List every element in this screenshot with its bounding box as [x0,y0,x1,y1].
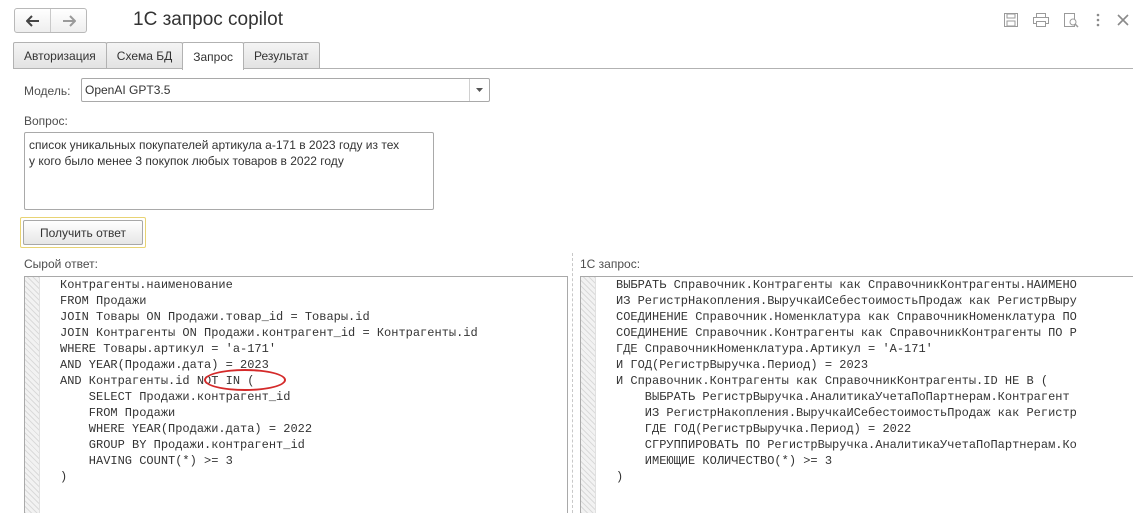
raw-answer-lines: Контрагенты.наименование FROM Продажи JO… [60,277,478,485]
query-1c-gutter [581,277,596,513]
code-line: JOIN Товары ON Продажи.товар_id = Товары… [60,310,370,324]
arrow-right-icon [62,14,76,27]
code-line: WHERE Товары.артикул = 'а-171' [60,342,277,356]
print-icon[interactable] [1031,10,1051,30]
code-line: SELECT Продажи.контрагент_id [60,390,291,404]
code-line: СОЕДИНЕНИЕ Справочник.Номенклатура как С… [616,310,1077,324]
code-line: GROUP BY Продажи.контрагент_id [60,438,305,452]
code-line: FROM Продажи [60,294,147,308]
code-line: СОЕДИНЕНИЕ Справочник.Контрагенты как Сп… [616,326,1077,340]
code-line: ВЫБРАТЬ РегистрВыручка.АналитикаУчетаПоП… [616,390,1070,404]
code-line: ИМЕЮЩИЕ КОЛИЧЕСТВО(*) >= 3 [616,454,833,468]
code-line: ВЫБРАТЬ Справочник.Контрагенты как Справ… [616,278,1077,292]
raw-answer-field[interactable]: Контрагенты.наименование FROM Продажи JO… [24,276,568,513]
model-select[interactable]: OpenAI GPT3.5 [81,78,490,102]
tab-query[interactable]: Запрос [182,42,245,70]
code-line: И Справочник.Контрагенты как СправочникК… [616,374,1049,388]
code-line: ИЗ РегистрНакопления.ВыручкаИСебестоимос… [616,406,1077,420]
query-1c-label: 1С запрос: [580,257,641,271]
code-line: ИЗ РегистрНакопления.ВыручкаИСебестоимос… [616,294,1077,308]
code-line: AND YEAR(Продажи.дата) = 2023 [60,358,269,372]
question-input[interactable]: список уникальных покупателей артикула а… [24,132,434,210]
arrow-left-icon [25,14,39,27]
query-1c-lines: ВЫБРАТЬ Справочник.Контрагенты как Справ… [616,277,1077,485]
title-bar: 1С запрос copilot [0,0,1133,42]
panel-divider [572,253,573,513]
code-line: ) [616,470,624,484]
more-icon[interactable] [1091,10,1105,30]
window-title: 1С запрос copilot [133,9,283,30]
code-line: HAVING COUNT(*) >= 3 [60,454,233,468]
question-label: Вопрос: [24,114,68,128]
chevron-down-icon [476,88,483,92]
code-line: И ГОД(РегистрВыручка.Период) = 2023 [616,358,869,372]
save-icon[interactable] [1001,10,1021,30]
tab-result[interactable]: Результат [243,42,320,69]
navigation-group [14,8,87,33]
code-line: JOIN Контрагенты ON Продажи.контрагент_i… [60,326,478,340]
submit-button-focus: Получить ответ [20,217,146,248]
code-line: AND Контрагенты.id NOT IN ( [60,374,255,388]
get-answer-button[interactable]: Получить ответ [23,220,143,245]
preview-icon[interactable] [1061,10,1081,30]
code-line: ГДЕ ГОД(РегистрВыручка.Период) = 2022 [616,422,912,436]
dropdown-button[interactable] [469,79,489,101]
raw-answer-gutter [25,277,40,513]
tab-divider [13,68,1133,69]
code-line: WHERE YEAR(Продажи.дата) = 2022 [60,422,313,436]
close-icon[interactable] [1113,10,1133,30]
raw-answer-label: Сырой ответ: [24,257,98,271]
window-toolbar [1001,10,1133,30]
tab-bar: Авторизация Схема БД Запрос Результат [13,42,320,70]
tab-authorization[interactable]: Авторизация [13,42,107,69]
code-line: ГДЕ СправочникНоменклатура.Артикул = 'А-… [616,342,933,356]
code-line: FROM Продажи [60,406,176,420]
tab-db-schema[interactable]: Схема БД [105,42,184,69]
code-line: Контрагенты.наименование [60,278,233,292]
model-label: Модель: [24,84,71,98]
code-line: СГРУППИРОВАТЬ ПО РегистрВыручка.Аналитик… [616,438,1077,452]
back-button[interactable] [15,9,50,32]
code-line: ) [60,470,68,484]
forward-button[interactable] [50,9,86,32]
query-1c-field[interactable]: ВЫБРАТЬ Справочник.Контрагенты как Справ… [580,276,1133,513]
model-value: OpenAI GPT3.5 [85,83,171,97]
